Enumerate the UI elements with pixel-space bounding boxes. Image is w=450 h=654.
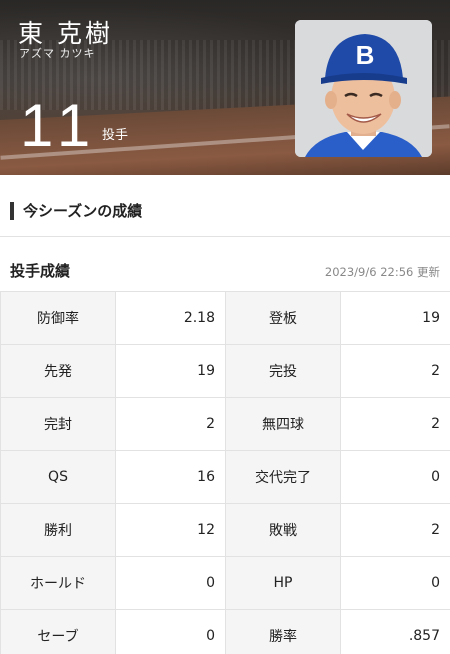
stat-value: 0	[340, 450, 450, 504]
pitching-stats-header: 投手成績 2023/9/6 22:56 更新	[0, 237, 450, 291]
stat-label: 勝利	[0, 503, 116, 557]
season-section-title: 今シーズンの成績	[10, 202, 142, 220]
stat-value: 19	[115, 344, 226, 398]
stat-value: 2	[340, 344, 450, 398]
stat-value: 0	[115, 609, 226, 654]
stat-label: HP	[225, 556, 341, 610]
stats-row: 勝利 12 敗戦 2	[0, 503, 450, 557]
stat-value: 0	[115, 556, 226, 610]
stat-label: 無四球	[225, 397, 341, 451]
uniform-number: 11	[20, 92, 99, 159]
stat-value: 2	[340, 503, 450, 557]
player-position: 投手	[102, 128, 129, 143]
stat-value: 0	[340, 556, 450, 610]
stat-value: .857	[340, 609, 450, 654]
stats-row: QS 16 交代完了 0	[0, 450, 450, 504]
player-portrait-image: B	[295, 20, 432, 157]
stat-value: 16	[115, 450, 226, 504]
stats-row: 先発 19 完投 2	[0, 344, 450, 398]
stat-label: 防御率	[0, 291, 116, 345]
stat-label: 完封	[0, 397, 116, 451]
svg-text:B: B	[356, 40, 375, 70]
stat-value: 19	[340, 291, 450, 345]
stat-label: ホールド	[0, 556, 116, 610]
stat-value: 2.18	[115, 291, 226, 345]
player-header: 東 克樹 アズマ カツキ 11 投手 B	[0, 0, 450, 175]
pitching-stats-title: 投手成績	[10, 262, 71, 280]
player-kana: アズマ カツキ	[19, 47, 96, 60]
stat-label: 先発	[0, 344, 116, 398]
stat-label: 交代完了	[225, 450, 341, 504]
season-section-header: 今シーズンの成績	[0, 175, 450, 237]
stat-value: 2	[340, 397, 450, 451]
updated-timestamp: 2023/9/6 22:56 更新	[324, 265, 440, 279]
stat-value: 2	[115, 397, 226, 451]
stat-label: 登板	[225, 291, 341, 345]
stat-label: QS	[0, 450, 116, 504]
stat-label: 敗戦	[225, 503, 341, 557]
player-photo: B	[295, 20, 432, 157]
pitching-stats-table: 防御率 2.18 登板 19 先発 19 完投 2 完封 2 無四球 2 QS 16 交代完了 0 勝利 12 敗戦…	[0, 291, 450, 654]
stat-value: 12	[115, 503, 226, 557]
stat-label: 勝率	[225, 609, 341, 654]
stats-row: 防御率 2.18 登板 19	[0, 291, 450, 345]
stat-label: セーブ	[0, 609, 116, 654]
stat-label: 完投	[225, 344, 341, 398]
stats-row: ホールド 0 HP 0	[0, 556, 450, 610]
stats-row: セーブ 0 勝率 .857	[0, 609, 450, 654]
stats-row: 完封 2 無四球 2	[0, 397, 450, 451]
